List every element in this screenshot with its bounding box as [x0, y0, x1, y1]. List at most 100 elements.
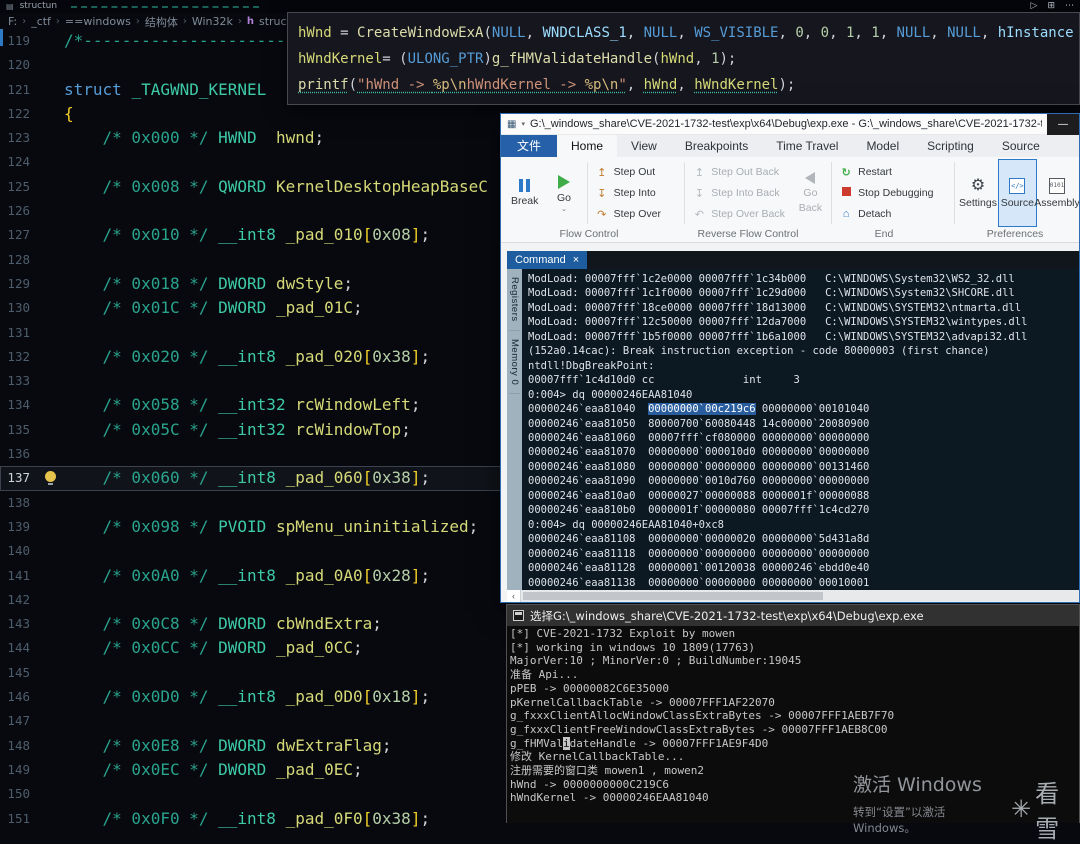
gutter-slot [40, 807, 64, 831]
assembly-button[interactable]: 0101 Assembly [1037, 159, 1077, 227]
console-line: MajorVer:10 ; MinorVer:0 ; BuildNumber:1… [510, 654, 1076, 668]
ribbon-tab-breakpoints[interactable]: Breakpoints [671, 135, 762, 157]
line-number[interactable]: 125 [0, 175, 40, 199]
dock-tabs: Registers Memory 0 [507, 269, 522, 590]
line-number[interactable]: 132 [0, 345, 40, 369]
detach-button[interactable]: ⌂Detach [839, 204, 947, 224]
source-button[interactable]: </> Source [998, 159, 1037, 227]
code-text: struct _TAGWND_KERNEL [64, 78, 266, 102]
detach-icon: ⌂ [839, 208, 853, 220]
gutter-slot [40, 491, 64, 515]
line-number[interactable]: 126 [0, 199, 40, 223]
ribbon-tab-model[interactable]: Model [852, 135, 913, 157]
breadcrumb-item[interactable]: Win32k [192, 15, 233, 28]
line-number[interactable]: 119 [0, 29, 40, 53]
line-number[interactable]: 150 [0, 782, 40, 806]
breadcrumb-item[interactable]: ==windows [65, 15, 131, 28]
line-number[interactable]: 131 [0, 321, 40, 345]
step-over-back-button[interactable]: ↶Step Over Back [692, 204, 788, 224]
code-text: /* 0x0E8 */ DWORD dwExtraFlag; [64, 734, 392, 758]
break-button[interactable]: Break [505, 159, 544, 227]
file-icon: h [247, 16, 254, 27]
chevron-down-icon[interactable]: ▾ [521, 120, 525, 128]
line-number[interactable]: 139 [0, 515, 40, 539]
line-number[interactable]: 148 [0, 734, 40, 758]
line-number[interactable]: 149 [0, 758, 40, 782]
breadcrumb-item[interactable]: F: [8, 15, 17, 28]
snippet-line: hWnd = CreateWindowExA(NULL, WNDCLASS_1,… [298, 20, 1069, 46]
line-number[interactable]: 133 [0, 369, 40, 393]
tab-registers[interactable]: Registers [509, 269, 520, 331]
ribbon-tab-scripting[interactable]: Scripting [913, 135, 988, 157]
line-number[interactable]: 151 [0, 807, 40, 831]
line-number[interactable]: 145 [0, 661, 40, 685]
line-number[interactable]: 123 [0, 126, 40, 150]
line-number[interactable]: 147 [0, 709, 40, 733]
gutter-slot [40, 369, 64, 393]
gutter-slot [40, 248, 64, 272]
ribbon-tab-time-travel[interactable]: Time Travel [762, 135, 852, 157]
toolbar-separator [831, 162, 832, 224]
tab-memory-0[interactable]: Memory 0 [509, 331, 520, 394]
command-line: 00000246`eaa81040 00000000`00c219c6 0000… [528, 402, 1079, 416]
go-button[interactable]: Go ⌄ [544, 159, 583, 227]
step-into-back-icon: ↧ [692, 187, 706, 200]
line-number[interactable]: 142 [0, 588, 40, 612]
ribbon-tab-home[interactable]: Home [557, 135, 617, 157]
tab-command[interactable]: Command × [507, 251, 587, 269]
line-number[interactable]: 128 [0, 248, 40, 272]
scroll-left-icon[interactable]: ‹ [507, 590, 521, 602]
snowflake-icon: ✳ [1011, 797, 1031, 821]
line-number[interactable]: 129 [0, 272, 40, 296]
step-into-button[interactable]: ↧Step Into [595, 183, 678, 203]
ribbon-tab-view[interactable]: View [617, 135, 671, 157]
line-number[interactable]: 124 [0, 150, 40, 174]
line-number[interactable]: 141 [0, 564, 40, 588]
step-over-button[interactable]: ↷Step Over [595, 204, 678, 224]
line-number[interactable]: 121 [0, 78, 40, 102]
line-number[interactable]: 138 [0, 491, 40, 515]
lightbulb-icon[interactable] [45, 471, 56, 482]
assembly-label: Assembly [1034, 197, 1079, 209]
line-number[interactable]: 143 [0, 612, 40, 636]
line-number[interactable]: 135 [0, 418, 40, 442]
line-number[interactable]: 140 [0, 539, 40, 563]
horizontal-scrollbar[interactable]: ‹ [507, 590, 1079, 602]
step-out-back-button[interactable]: ↥Step Out Back [692, 162, 788, 182]
line-number[interactable]: 122 [0, 102, 40, 126]
gutter-slot [40, 515, 64, 539]
minimize-button[interactable]: — [1047, 114, 1079, 135]
editor-tab-title[interactable]: structun [20, 0, 58, 13]
windbg-titlebar[interactable]: ▦ ▾ G:\_windows_share\CVE-2021-1732-test… [501, 114, 1079, 135]
settings-button[interactable]: ⚙ Settings [958, 159, 997, 227]
toolbar-separator [684, 162, 685, 224]
line-number[interactable]: 137 [0, 466, 40, 490]
step-into-back-button[interactable]: ↧Step Into Back [692, 183, 788, 203]
line-number[interactable]: 134 [0, 393, 40, 417]
command-tab-label: Command [515, 254, 566, 266]
windbg-title: G:\_windows_share\CVE-2021-1732-test\exp… [530, 118, 1042, 130]
play-icon [558, 175, 570, 189]
restart-button[interactable]: ↻Restart [839, 162, 947, 182]
line-number[interactable]: 130 [0, 296, 40, 320]
scrollbar-thumb[interactable] [523, 592, 823, 600]
command-output[interactable]: ModLoad: 00007fff`1c2e0000 00007fff`1c34… [522, 269, 1079, 590]
break-label: Break [511, 195, 538, 207]
ribbon-tab-source[interactable]: Source [988, 135, 1054, 157]
breadcrumb-item[interactable]: _ctf [31, 15, 51, 28]
line-number[interactable]: 120 [0, 53, 40, 77]
breadcrumb-item[interactable]: 结构体 [145, 14, 178, 30]
assembly-icon: 0101 [1049, 178, 1065, 194]
line-number[interactable]: 136 [0, 442, 40, 466]
step-out-button[interactable]: ↥Step Out [595, 162, 678, 182]
go-back-button[interactable]: Go Back [793, 159, 828, 227]
console-titlebar[interactable]: 选择G:\_windows_share\CVE-2021-1732-test\e… [507, 605, 1079, 626]
ribbon-tab-file[interactable]: 文件 [501, 135, 557, 157]
command-line: ModLoad: 00007fff`1c2e0000 00007fff`1c34… [528, 272, 1079, 286]
close-icon[interactable]: × [573, 254, 579, 266]
line-number[interactable]: 146 [0, 685, 40, 709]
line-number[interactable]: 127 [0, 223, 40, 247]
line-number[interactable]: 144 [0, 636, 40, 660]
gutter-slot [40, 223, 64, 247]
stop-debugging-button[interactable]: Stop Debugging [839, 183, 947, 203]
